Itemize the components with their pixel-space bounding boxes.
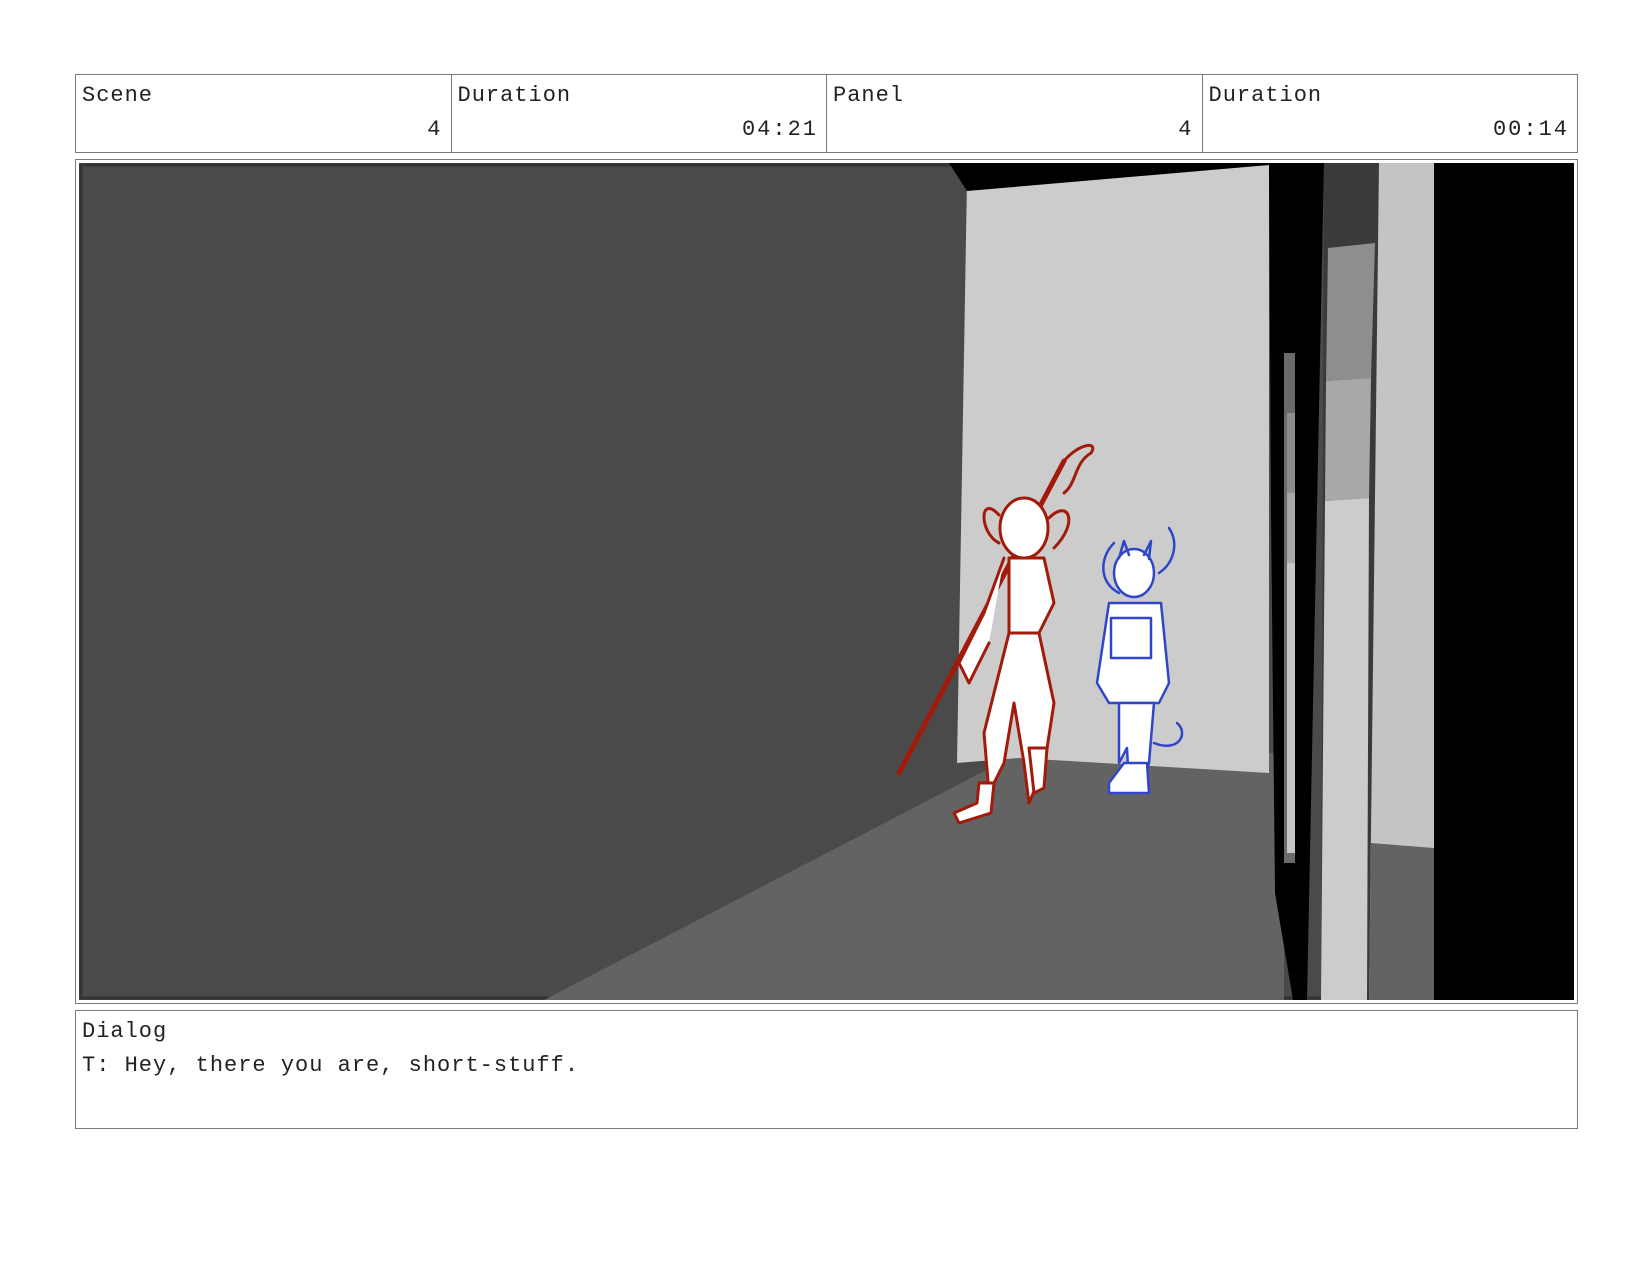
panel-header: Scene 4 Duration 04:21 Panel 4 Duration …	[75, 74, 1578, 153]
right-doorway	[1434, 163, 1574, 1000]
blue-book	[1109, 616, 1153, 660]
dialog-label: Dialog	[82, 1019, 168, 1044]
dialog-box: Dialog T: Hey, there you are, short-stuf…	[75, 1010, 1578, 1129]
red-head	[998, 496, 1050, 560]
panel-cell: Panel 4	[827, 75, 1203, 152]
scene-number: 4	[427, 117, 443, 142]
dialog-text: T: Hey, there you are, short-stuff.	[82, 1053, 580, 1078]
scene-duration-label: Duration	[457, 83, 572, 108]
storyboard-panel-image	[79, 163, 1574, 1000]
storyboard-panel-frame	[75, 159, 1578, 1004]
panel-duration-label: Duration	[1208, 83, 1323, 108]
scene-duration-cell: Duration 04:21	[452, 75, 827, 152]
panel-duration-cell: Duration 00:14	[1203, 75, 1578, 152]
light-column	[1321, 498, 1369, 1000]
scene-cell: Scene 4	[76, 75, 452, 152]
scene-label: Scene	[82, 83, 154, 108]
panel-label: Panel	[833, 83, 905, 108]
scene-duration-value: 04:21	[741, 117, 818, 142]
panel-number: 4	[1178, 117, 1194, 142]
panel-duration-value: 00:14	[1492, 117, 1569, 142]
